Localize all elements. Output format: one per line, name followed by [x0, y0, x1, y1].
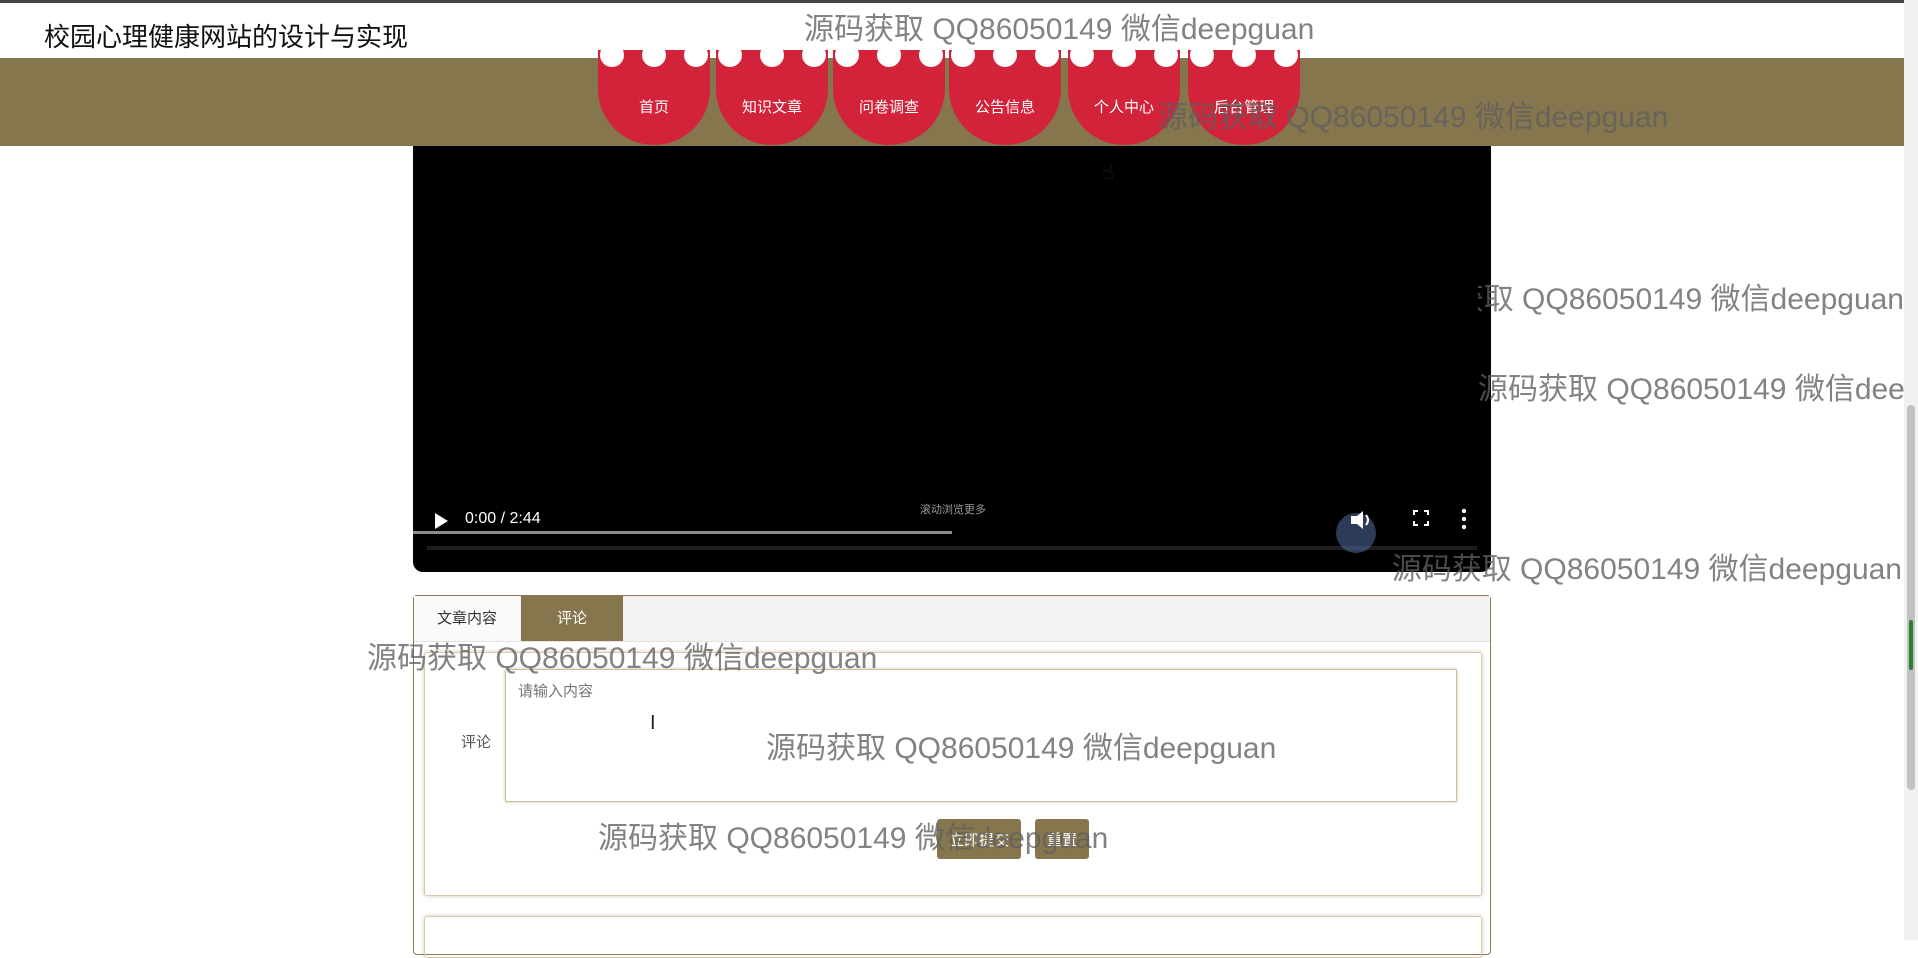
- submit-button[interactable]: 立即提交: [937, 819, 1021, 859]
- nav-item-label: 首页: [638, 99, 669, 116]
- comment-label: 评论: [461, 734, 492, 751]
- site-title: 校园心理健康网站的设计与实现: [44, 22, 409, 52]
- nav-item-label: 个人中心: [1093, 99, 1154, 116]
- video-time: 0:00 / 2:44: [465, 510, 541, 527]
- tab-comments[interactable]: 评论: [521, 596, 623, 641]
- video-player[interactable]: 滚动浏览更多 0:00 / 2:44: [413, 146, 1491, 572]
- scroll-hint: 滚动浏览更多: [920, 504, 986, 516]
- scallop-decoration: [1068, 43, 1180, 67]
- more-options-icon[interactable]: [1461, 508, 1467, 530]
- article-tabs-panel: 文章内容 评论 评论 立即提交 重置: [413, 595, 1491, 958]
- scallop-decoration: [598, 43, 710, 67]
- hand-cursor-icon: ☝: [1102, 162, 1115, 184]
- volume-icon[interactable]: [1349, 508, 1375, 532]
- nav-item-label: 问卷调查: [858, 99, 919, 116]
- scroll-marker: [1909, 620, 1913, 670]
- scallop-decoration: [1188, 43, 1300, 67]
- scallop-decoration: [716, 43, 828, 67]
- scallop-decoration: [833, 43, 945, 67]
- reset-button[interactable]: 重置: [1035, 819, 1089, 859]
- watermark: 源码获取 QQ86050149 微信deepguan: [1478, 373, 1904, 406]
- scroll-thumb[interactable]: [1907, 405, 1915, 790]
- video-progress-track: [427, 546, 1477, 550]
- video-progress-bar[interactable]: [413, 531, 952, 534]
- nav-item-label: 知识文章: [741, 99, 802, 116]
- fullscreen-icon[interactable]: [1413, 510, 1429, 526]
- page-scrollbar[interactable]: [1904, 0, 1918, 940]
- scallop-decoration: [949, 43, 1061, 67]
- comment-list-card: [424, 916, 1482, 958]
- tab-article-content[interactable]: 文章内容: [414, 596, 520, 641]
- text-cursor-icon: I: [650, 712, 656, 734]
- comment-textarea[interactable]: [505, 669, 1457, 802]
- nav-item-label: 公告信息: [974, 99, 1035, 116]
- nav-item-label: 后台管理: [1213, 99, 1274, 116]
- play-icon[interactable]: [435, 513, 448, 529]
- watermark: 源码获取 QQ86050149 微信deepguan: [1478, 283, 1904, 316]
- tab-bar: 文章内容 评论: [414, 596, 1490, 642]
- comment-form: 评论 立即提交 重置: [424, 652, 1482, 896]
